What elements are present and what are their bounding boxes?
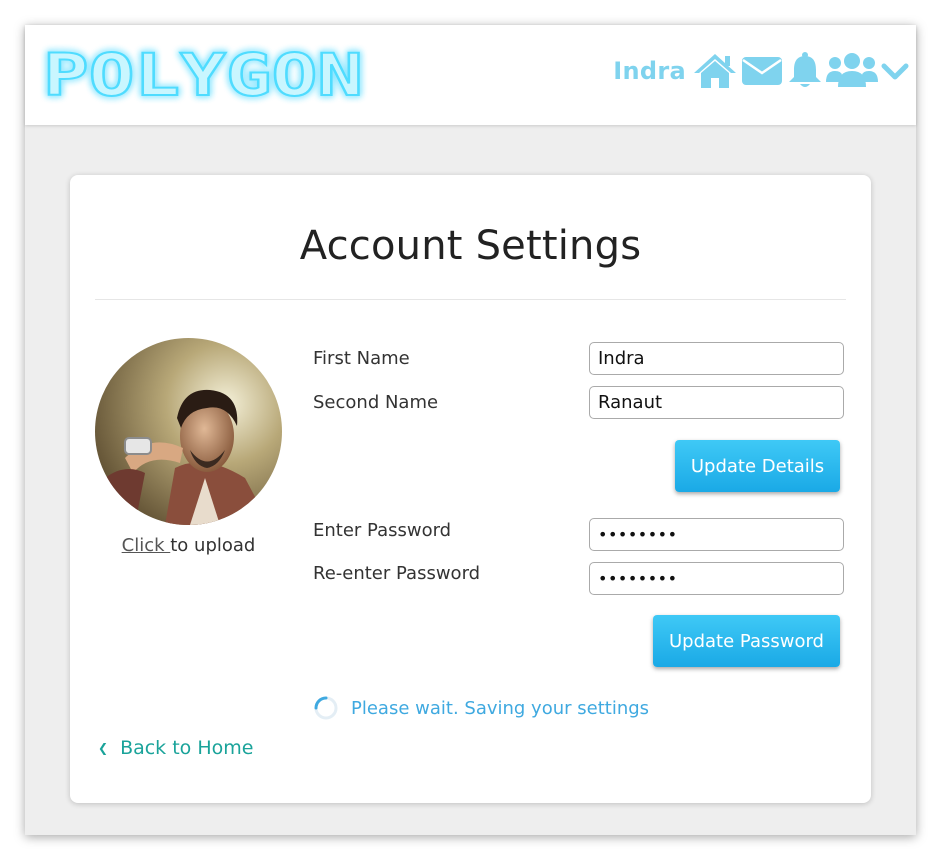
upload-link[interactable]: Click [122,535,171,556]
page-title: Account Settings [299,223,642,269]
chevron-left-icon: ❮ [98,741,109,755]
second-name-field[interactable] [589,386,844,419]
upload-text: to upload [170,535,256,556]
update-details-button[interactable]: Update Details [675,440,840,492]
chevron-down-icon[interactable] [880,56,910,86]
polygon-logo[interactable]: POLYGON [35,37,371,117]
home-icon[interactable] [692,52,738,90]
upload-prompt: Click to upload [95,535,282,556]
avatar[interactable] [95,338,282,525]
password-label: Enter Password [313,520,452,541]
envelope-icon[interactable] [740,54,784,88]
users-icon[interactable] [826,52,878,90]
back-to-home-link[interactable]: ❮ Back to Home [98,737,253,759]
update-password-button[interactable]: Update Password [653,615,840,667]
back-to-home-label: Back to Home [120,737,254,759]
top-navbar: POLYGON Indra [25,25,916,125]
saving-status: Please wait. Saving your settings [313,693,649,723]
app-window: POLYGON Indra Account Settings Click to … [25,25,916,835]
first-name-label: First Name [313,348,410,369]
account-settings-card: Account Settings Click to upload First N… [70,175,871,803]
status-message: Please wait. Saving your settings [351,697,650,719]
second-name-label: Second Name [313,392,439,413]
bell-icon[interactable] [786,51,824,91]
confirm-password-field[interactable] [589,562,844,595]
password-field[interactable] [589,518,844,551]
loading-spinner-icon [314,696,338,720]
first-name-field[interactable] [589,342,844,375]
user-name[interactable]: Indra [613,57,686,85]
confirm-password-label: Re-enter Password [313,563,481,584]
user-area: Indra [613,51,910,91]
title-divider [95,299,846,300]
logo-text: POLYGON [43,41,363,109]
